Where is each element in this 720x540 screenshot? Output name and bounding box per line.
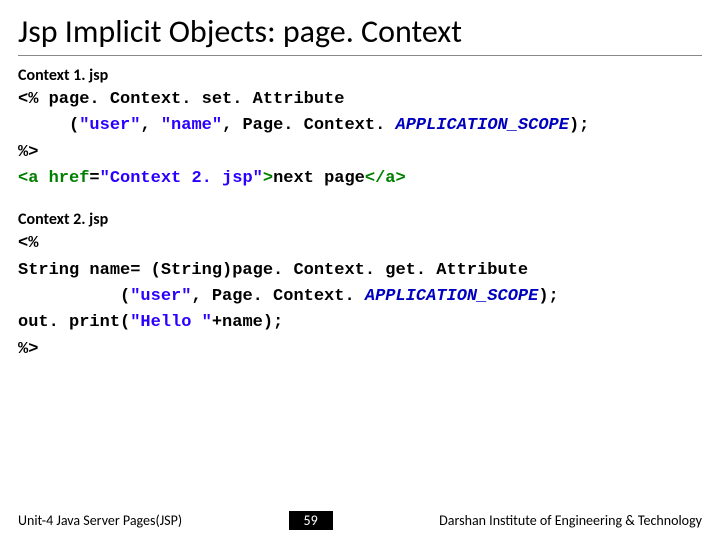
code-text: ); (569, 116, 589, 135)
code-text: %> (18, 143, 38, 162)
page-number: 59 (289, 511, 333, 530)
code-text: , (140, 116, 160, 135)
code-text: next page (273, 169, 365, 188)
code-string: "Hello " (130, 313, 212, 332)
code-text: %> (18, 340, 38, 359)
code-string: "name" (161, 116, 222, 135)
code-tag: > (263, 169, 273, 188)
code-constant: APPLICATION_SCOPE (396, 116, 569, 135)
code-text: String name= (String)page. Context. get.… (18, 261, 528, 280)
code-line: ("user", "name", Page. Context. APPLICAT… (18, 113, 702, 139)
page-title: Jsp Implicit Objects: page. Context (18, 12, 702, 56)
code-block-2: Context 2. jsp <% String name= (String)p… (18, 210, 702, 363)
code-text: +name); (212, 313, 283, 332)
code-text: , Page. Context. (191, 287, 364, 306)
code-text: ( (18, 287, 130, 306)
code-attr: href (49, 169, 90, 188)
code-constant: APPLICATION_SCOPE (365, 287, 538, 306)
code-line: ("user", Page. Context. APPLICATION_SCOP… (18, 284, 702, 310)
footer: Unit-4 Java Server Pages(JSP) 59 Darshan… (0, 511, 720, 530)
code-string: "Context 2. jsp" (100, 169, 263, 188)
code-text: ); (538, 287, 558, 306)
code-string: "user" (130, 287, 191, 306)
code-tag: <a (18, 169, 49, 188)
footer-unit: Unit-4 Java Server Pages(JSP) (18, 512, 182, 529)
code-block-1-heading: Context 1. jsp (18, 66, 702, 85)
code-text: <% page. Context. set. Attribute (18, 90, 344, 109)
code-line: <a href="Context 2. jsp">next page</a> (18, 166, 702, 192)
code-line: <% page. Context. set. Attribute (18, 87, 702, 113)
code-line: <% (18, 231, 702, 257)
code-text: out. print( (18, 313, 130, 332)
code-string: "user" (79, 116, 140, 135)
code-text: , Page. Context. (222, 116, 395, 135)
code-block-1: Context 1. jsp <% page. Context. set. At… (18, 66, 702, 192)
code-text: ( (18, 116, 79, 135)
code-block-2-heading: Context 2. jsp (18, 210, 702, 229)
code-text: <% (18, 234, 38, 253)
code-line: out. print("Hello "+name); (18, 310, 702, 336)
code-line: String name= (String)page. Context. get.… (18, 258, 702, 284)
code-line: %> (18, 337, 702, 363)
code-line: %> (18, 140, 702, 166)
code-tag: </a> (365, 169, 406, 188)
footer-institute: Darshan Institute of Engineering & Techn… (439, 512, 702, 529)
code-text: = (89, 169, 99, 188)
